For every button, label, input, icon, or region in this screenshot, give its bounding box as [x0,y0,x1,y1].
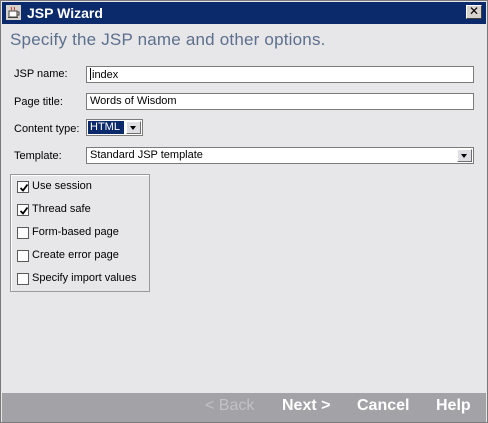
jsp-name-value: index [92,69,119,81]
thread-safe-checkbox[interactable] [17,204,29,216]
window-title: JSP Wizard [27,5,103,21]
use-session-label: Use session [32,180,92,192]
jsp-name-label: JSP name: [14,68,68,80]
specify-import-values-label: Specify import values [32,272,137,284]
text-caret [90,68,91,80]
content-type-dropdown-button[interactable] [126,121,141,134]
content-type-value: HTML [88,121,124,134]
thread-safe-label: Thread safe [32,203,91,215]
back-button[interactable]: < Back [205,397,254,415]
template-label: Template: [14,150,62,162]
next-button[interactable]: Next > [282,397,330,415]
chevron-down-icon [130,126,136,130]
page-title-input[interactable]: Words of Wisdom [86,93,474,110]
use-session-checkbox[interactable] [17,181,29,193]
cancel-button[interactable]: Cancel [357,397,409,415]
specify-import-values-checkbox[interactable] [17,273,29,285]
form-based-page-checkbox[interactable] [17,227,29,239]
create-error-page-label: Create error page [32,249,119,261]
template-value: Standard JSP template [90,149,203,161]
page-heading: Specify the JSP name and other options. [10,30,326,49]
template-select[interactable]: Standard JSP template [86,147,474,164]
title-bar[interactable]: JSP Wizard ✕ [2,2,486,24]
template-dropdown-button[interactable] [457,149,472,162]
jsp-name-input[interactable]: index [86,66,474,83]
checkmark-icon [19,206,29,215]
page-title-value: Words of Wisdom [90,95,177,107]
page-title-label: Page title: [14,96,63,108]
close-button[interactable]: ✕ [466,5,482,19]
create-error-page-checkbox[interactable] [17,250,29,262]
close-icon: ✕ [468,4,480,18]
help-button[interactable]: Help [436,397,471,415]
content-type-label: Content type: [14,123,80,135]
form-based-page-label: Form-based page [32,226,119,238]
wizard-button-bar: < Back Next > Cancel Help [2,393,486,422]
jsp-wizard-dialog: JSP Wizard ✕ Specify the JSP name and ot… [0,0,488,423]
checkmark-icon [19,183,29,192]
jsp-coffee-icon [6,5,21,20]
chevron-down-icon [461,154,467,158]
content-type-select[interactable]: HTML [86,119,143,136]
